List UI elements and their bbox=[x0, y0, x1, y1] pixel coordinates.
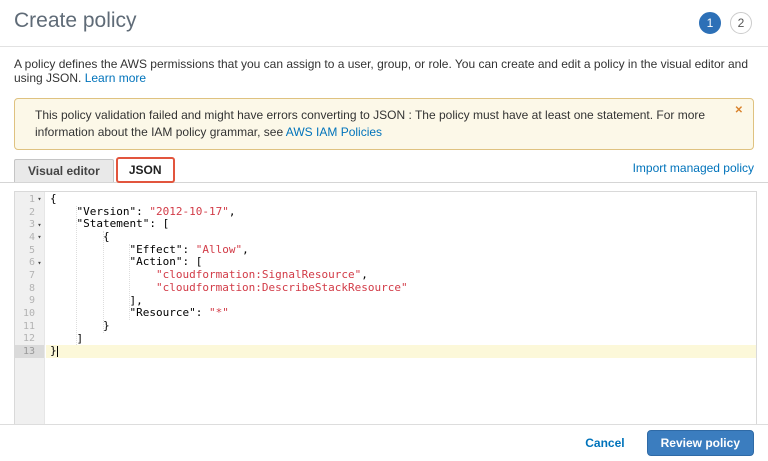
intro-text: A policy defines the AWS permissions tha… bbox=[14, 57, 754, 85]
fold-caret-icon[interactable]: ▾ bbox=[35, 233, 44, 241]
code-line-13[interactable]: } bbox=[46, 345, 756, 358]
tab-json[interactable]: JSON bbox=[116, 157, 175, 183]
fold-caret-icon[interactable]: ▾ bbox=[35, 221, 44, 229]
learn-more-link[interactable]: Learn more bbox=[85, 71, 146, 85]
gutter-line-7[interactable]: 7 bbox=[15, 269, 44, 282]
fold-caret-icon[interactable]: ▾ bbox=[35, 259, 44, 267]
gutter-line-12[interactable]: 12 bbox=[15, 333, 44, 346]
validation-alert: This policy validation failed and might … bbox=[14, 98, 754, 150]
gutter-line-3[interactable]: 3▾ bbox=[15, 218, 44, 231]
gutter-line-11[interactable]: 11 bbox=[15, 320, 44, 333]
import-managed-policy-link[interactable]: Import managed policy bbox=[633, 161, 754, 179]
code-line-8[interactable]: "cloudformation:DescribeStackResource" bbox=[46, 282, 756, 295]
code-text bbox=[50, 268, 156, 281]
tab-visual-editor[interactable]: Visual editor bbox=[14, 159, 114, 182]
close-icon[interactable]: ✕ bbox=[735, 105, 743, 116]
code-string: "cloudformation:SignalResource" bbox=[156, 268, 361, 281]
editor-gutter: 1▾23▾4▾56▾78910111213 bbox=[15, 192, 45, 439]
code-line-3[interactable]: "Statement": [ bbox=[46, 218, 756, 231]
code-text: } bbox=[50, 344, 57, 357]
code-string: "Allow" bbox=[196, 243, 242, 256]
gutter-line-1[interactable]: 1▾ bbox=[15, 193, 44, 206]
gutter-line-4[interactable]: 4▾ bbox=[15, 231, 44, 244]
footer-bar: Cancel Review policy bbox=[0, 424, 768, 461]
code-line-11[interactable]: } bbox=[46, 320, 756, 333]
code-text: , bbox=[229, 205, 236, 218]
wizard-step-2[interactable]: 2 bbox=[730, 12, 752, 34]
code-string: "2012-10-17" bbox=[149, 205, 228, 218]
page-header: Create policy 12 bbox=[0, 0, 768, 46]
gutter-line-13[interactable]: 13 bbox=[15, 345, 44, 358]
code-text: "Statement": [ bbox=[50, 217, 169, 230]
code-text: , bbox=[242, 243, 249, 256]
code-string: "*" bbox=[209, 306, 229, 319]
code-text: "Effect": bbox=[50, 243, 196, 256]
code-line-12[interactable]: ] bbox=[46, 333, 756, 346]
wizard-steps: 12 bbox=[699, 12, 752, 34]
editor-code[interactable]: { "Version": "2012-10-17", "Statement": … bbox=[46, 192, 756, 439]
wizard-step-1[interactable]: 1 bbox=[699, 12, 721, 34]
code-text: "Action": [ bbox=[50, 255, 202, 268]
fold-caret-icon[interactable]: ▾ bbox=[35, 195, 44, 203]
gutter-line-5[interactable]: 5 bbox=[15, 244, 44, 257]
code-text: "Version": bbox=[50, 205, 149, 218]
editor-tabbar: Visual editor JSON Import managed policy bbox=[0, 158, 768, 183]
gutter-line-8[interactable]: 8 bbox=[15, 282, 44, 295]
gutter-line-10[interactable]: 10 bbox=[15, 307, 44, 320]
cancel-link[interactable]: Cancel bbox=[585, 436, 624, 450]
json-policy-editor[interactable]: 1▾23▾4▾56▾78910111213 { "Version": "2012… bbox=[14, 191, 757, 440]
header-divider bbox=[0, 46, 768, 47]
text-cursor bbox=[57, 346, 58, 357]
tab-visual-editor-label: Visual editor bbox=[28, 164, 100, 178]
code-text: { bbox=[50, 230, 110, 243]
gutter-line-6[interactable]: 6▾ bbox=[15, 256, 44, 269]
page-title: Create policy bbox=[14, 9, 137, 33]
gutter-line-2[interactable]: 2 bbox=[15, 206, 44, 219]
gutter-line-9[interactable]: 9 bbox=[15, 295, 44, 308]
code-string: "cloudformation:DescribeStackResource" bbox=[156, 281, 408, 294]
code-text: "Resource": bbox=[50, 306, 209, 319]
review-policy-button[interactable]: Review policy bbox=[647, 430, 754, 456]
code-text bbox=[50, 281, 156, 294]
code-line-10[interactable]: "Resource": "*" bbox=[46, 307, 756, 320]
code-text: ] bbox=[50, 332, 83, 345]
tab-json-label: JSON bbox=[129, 163, 162, 177]
code-text: ], bbox=[50, 294, 143, 307]
code-text: { bbox=[50, 192, 57, 205]
alert-iam-policies-link[interactable]: AWS IAM Policies bbox=[286, 125, 382, 139]
code-text: } bbox=[50, 319, 110, 332]
code-text: , bbox=[361, 268, 368, 281]
